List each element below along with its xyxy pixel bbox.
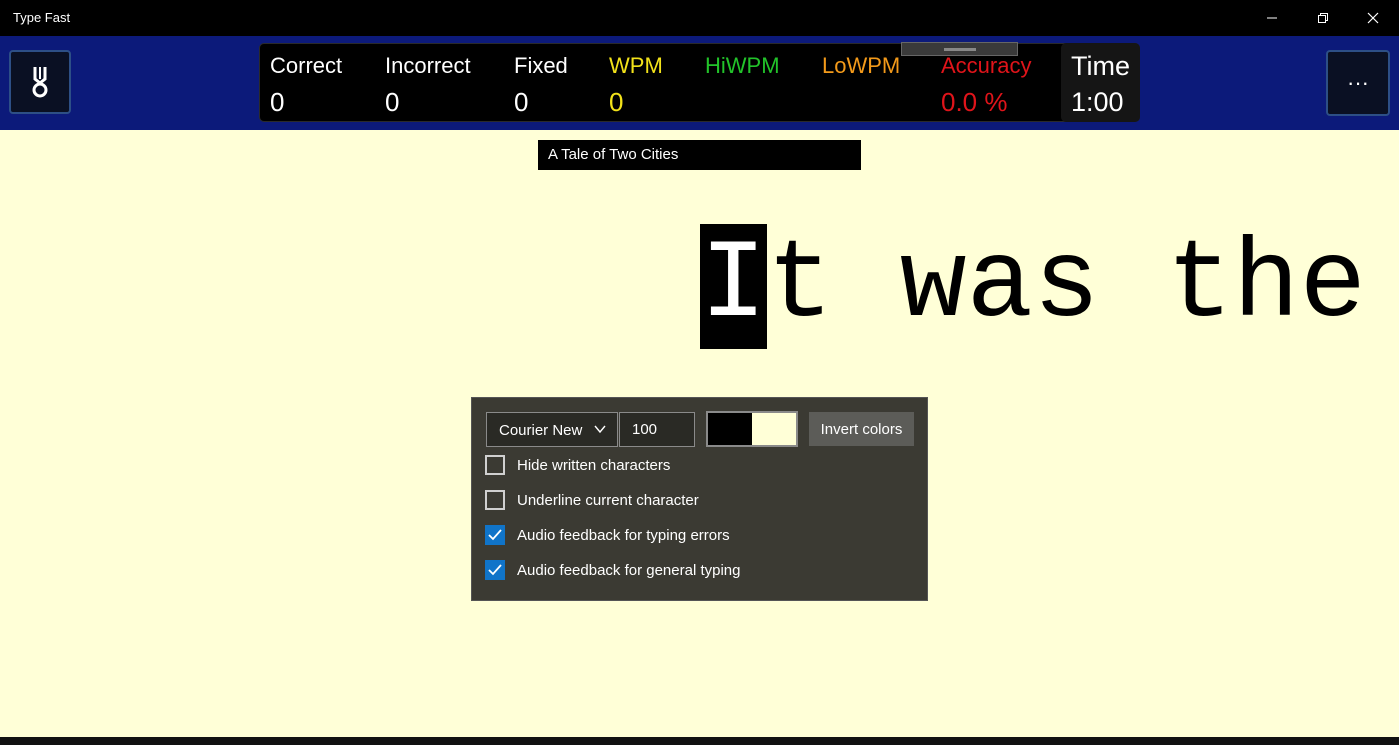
font-size-value: 100 xyxy=(632,421,658,438)
option-label: Audio feedback for typing errors xyxy=(517,526,730,544)
stat-value: 0 xyxy=(385,87,400,117)
current-character: I xyxy=(700,224,767,349)
close-button[interactable] xyxy=(1350,0,1396,36)
bottom-bar xyxy=(0,737,1399,745)
stats-panel: Correct 0 Incorrect 0 Fixed 0 WPM 0 HiWP… xyxy=(259,42,1140,122)
option-audio-errors[interactable]: Audio feedback for typing errors xyxy=(485,524,730,546)
stat-label: HiWPM xyxy=(705,53,780,78)
font-size-input[interactable]: 100 xyxy=(619,412,695,447)
stat-wpm: WPM 0 xyxy=(609,53,663,118)
settings-panel: Courier New 100 Invert colors Hide writt… xyxy=(471,397,928,601)
stat-label: Incorrect xyxy=(385,53,471,78)
checkbox[interactable] xyxy=(485,455,505,475)
stat-value: 0.0 % xyxy=(941,87,1008,117)
stat-correct: Correct 0 xyxy=(270,53,342,118)
stat-label: WPM xyxy=(609,53,663,78)
stat-value: 0 xyxy=(514,87,529,117)
stat-accuracy: Accuracy 0.0 % xyxy=(941,53,1031,118)
typing-text: It was the xyxy=(700,224,1366,349)
checkbox[interactable] xyxy=(485,490,505,510)
stat-value: 0 xyxy=(270,87,285,117)
stat-label: Accuracy xyxy=(941,53,1032,78)
option-label: Hide written characters xyxy=(517,456,671,474)
upcoming-text: t was the xyxy=(766,224,1367,349)
stat-label: Fixed xyxy=(514,53,568,78)
option-underline-current[interactable]: Underline current character xyxy=(485,489,699,511)
stat-hiwpm: HiWPM xyxy=(705,53,780,87)
stat-fixed: Fixed 0 xyxy=(514,53,568,118)
foreground-color-swatch[interactable] xyxy=(708,413,752,445)
panel-drag-handle[interactable] xyxy=(901,42,1018,56)
checkmark-icon xyxy=(488,564,502,576)
option-label: Audio feedback for general typing xyxy=(517,561,741,579)
restore-icon xyxy=(1318,13,1328,23)
chevron-down-icon xyxy=(594,425,606,434)
stat-lowpm: LoWPM xyxy=(822,53,900,87)
restore-button[interactable] xyxy=(1300,0,1346,36)
minimize-button[interactable] xyxy=(1249,0,1295,36)
stat-incorrect: Incorrect 0 xyxy=(385,53,471,118)
background-color-swatch[interactable] xyxy=(752,413,796,445)
font-family-value: Courier New xyxy=(499,422,583,439)
stat-label: Correct xyxy=(270,53,343,78)
minimize-icon xyxy=(1267,17,1277,19)
title-bar: Type Fast xyxy=(0,0,1399,36)
font-family-dropdown[interactable]: Courier New xyxy=(486,412,618,447)
stat-value: 0 xyxy=(609,87,624,117)
invert-colors-button[interactable]: Invert colors xyxy=(809,412,914,446)
header-band: Correct 0 Incorrect 0 Fixed 0 WPM 0 HiWP… xyxy=(0,36,1399,130)
achievements-button[interactable] xyxy=(9,50,71,114)
time-panel: Time 1:00 xyxy=(1061,43,1140,122)
medal-icon xyxy=(32,67,48,98)
more-options-button[interactable]: ··· xyxy=(1326,50,1390,116)
checkmark-icon xyxy=(488,529,502,541)
option-audio-general[interactable]: Audio feedback for general typing xyxy=(485,559,740,581)
option-hide-written[interactable]: Hide written characters xyxy=(485,454,670,476)
stat-label: LoWPM xyxy=(822,53,901,78)
checkbox[interactable] xyxy=(485,560,505,580)
color-picker[interactable] xyxy=(706,411,798,447)
time-label: Time xyxy=(1071,51,1130,81)
close-icon xyxy=(1367,12,1379,24)
more-icon: ··· xyxy=(1347,70,1369,95)
time-value: 1:00 xyxy=(1071,87,1124,117)
option-label: Underline current character xyxy=(517,491,699,509)
book-title: A Tale of Two Cities xyxy=(538,140,861,170)
window-title: Type Fast xyxy=(13,10,71,25)
checkbox[interactable] xyxy=(485,525,505,545)
